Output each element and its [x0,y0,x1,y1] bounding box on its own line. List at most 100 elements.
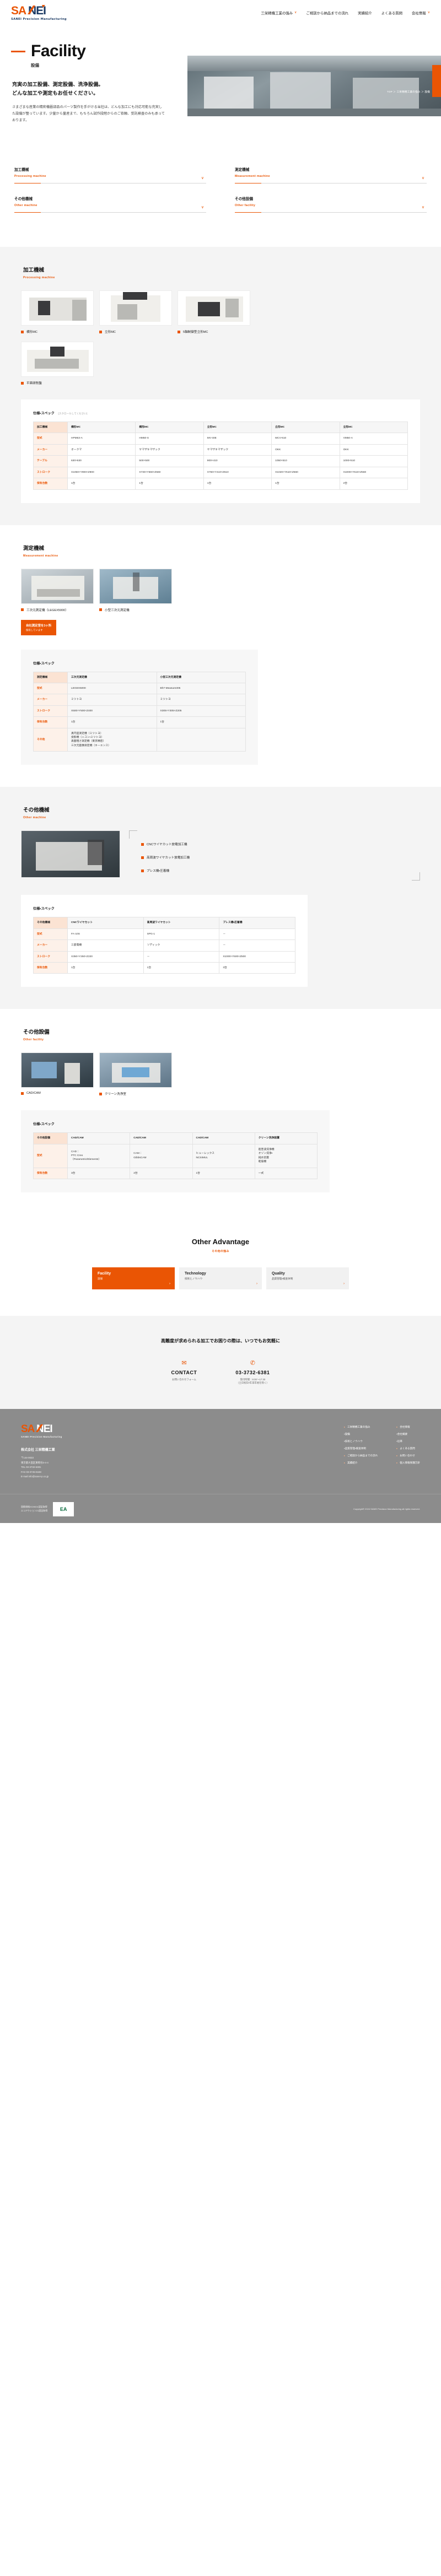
section-title-en: Processing machine [23,276,55,279]
phone-icon: ✆ [250,1359,256,1367]
section-title-ja: その他設備 [23,1029,50,1036]
table-header-cell: 立形MC [203,422,272,434]
facility-page: SA NEI SANEI Precision Manufacturing 三栄精… [0,0,441,1523]
bullet-square-icon [99,608,102,612]
measurement-highlight-badge: 自社測定室を3ヶ所 保有しています [21,619,57,635]
photo-machine-2 [270,72,331,112]
bullet-square-icon [178,330,180,333]
bullet-square-icon [21,608,24,612]
footer-link[interactable]: ▸ お問い合わせ [396,1454,420,1457]
caption-text: 三次元測定機（LEGEX5000） [26,608,68,612]
caption-text: 横形MC [26,331,37,334]
machine-head [50,347,64,357]
photo-card [21,830,120,881]
footer-link[interactable]: ・沿革 [396,1440,420,1443]
table-cell: ヤマザキマザック [135,444,204,456]
table-header-cell: CAD/CAM [67,1132,131,1144]
processing-photo-list: 横形MC 立形MC 5軸制御型立形MC [21,290,420,334]
table-row: ストローク X500×Y500×Z400 X305×Y305×Z205 [33,705,246,717]
row-label: テーブル [33,455,68,467]
item-label: プレス機・圧着機 [147,870,170,873]
spec-table-scroll[interactable]: その他設備 CAD/CAM CAD/CAM CAD/CAM クリーン洗浄装置 型… [33,1132,318,1179]
nav-item-flow[interactable]: ご相談から納品までの流れ [306,10,348,15]
arrow-right-icon: › [256,1282,257,1286]
table-cell: ソディック [143,939,220,952]
photo-ceiling [187,56,441,71]
table-header-cell: 高周波ワイヤカット [143,917,220,929]
certification-block: 国際規格ISO9001認証取得 エコアクション21認証取得 EA [21,1502,74,1516]
copyright-text: Copyright© 2024 SANEI Precision Manufact… [353,1508,420,1511]
footer-link[interactable]: ▸ ご相談から納品までの流れ [344,1454,378,1457]
section-heading: その他機械 Other machine [21,806,420,819]
footer-link[interactable]: ▸ 個人情報保護方針 [396,1461,420,1465]
nav-item-company[interactable]: 会社情報 ∨ [412,10,430,15]
photo-caption: クリーン洗浄室 [99,1092,172,1096]
link-label: 個人情報保護方針 [400,1461,420,1464]
nav-label: 実績紹介 [358,11,372,15]
nav-label: 三栄精機工業の強み [261,11,293,15]
footer-link[interactable]: ▸ 会社情報 [396,1425,420,1429]
chevron-down-icon: ∨ [294,11,297,14]
table-row: メーカー 三菱電機 ソディック － [33,939,295,952]
anchor-processing-machine[interactable]: 加工機械 Processing machine ∨ [14,159,206,188]
list-item: CNCワイヤカット放電加工機 [141,842,410,846]
contact-form-link[interactable]: ✉ CONTACT お問い合わせフォーム [171,1360,197,1381]
wash-tank [122,1067,149,1078]
table-row: その他 真円度測定機（ミツトヨ） 投影機（ニコン・ミツトヨ） 表面粗さ測定機（東… [33,727,246,752]
spec-title: 仕様・スペック [33,1121,318,1126]
table-cell: Bh7-Measure305 [156,682,246,695]
footer-link[interactable]: ・設備 [344,1433,378,1436]
footer-link[interactable]: ▸ よくある質問 [396,1447,420,1450]
table-row: 型式 LEGEX5000 Bh7-Measure305 [33,682,246,695]
anchor-other-facility[interactable]: その他設備 Other facility ∨ [235,188,427,217]
table-header-cell: 横形MC [67,422,136,434]
contact-options: ✉ CONTACT お問い合わせフォーム ✆ 03-3732-6381 受付時間… [0,1360,441,1385]
monitor [31,1062,57,1079]
footer-link[interactable]: ・技術とノウハウ [344,1440,378,1443]
side-accent-tab [432,65,441,97]
table-cell: X500×Y500×Z400 [67,705,157,717]
footer-link[interactable]: ・会社概要 [396,1433,420,1436]
table-cell: HM50-S [135,433,204,445]
photo-card: クリーン洗浄室 [99,1052,172,1096]
bullet-square-icon [141,856,144,859]
envelope-icon: ✉ [181,1359,187,1367]
footer-logo-icon[interactable]: SA NEI [21,1423,186,1434]
spec-table-scroll[interactable]: 測定機械 三次元測定機 小型三次元測定機 型式 LEGEX5000 Bh7-Me… [33,671,246,752]
footer-link[interactable]: ・品質管理・検査体制 [344,1447,378,1450]
nav-item-strengths[interactable]: 三栄精機工業の強み ∨ [261,10,297,15]
anchor-label-en: Other machine [14,204,37,207]
hero-lead-line2: どんな加工や測定もお任せください。 [12,90,99,96]
photo-caption: 三次元測定機（LEGEX5000） [21,608,94,612]
spec-title-text: 仕様・スペック [33,661,55,666]
caption-text: CAD/CAM [26,1092,41,1095]
contact-phone-link[interactable]: ✆ 03-3732-6381 受付時間：9:00〜17:30 （土日祝日・年末年… [235,1360,270,1385]
anchor-other-machine[interactable]: その他機械 Other machine ∨ [14,188,206,217]
table-header-cell: 立形MC [339,422,408,434]
row-label: 保有台数 [33,962,68,974]
advantage-card-facility[interactable]: Facility 設備 › [92,1267,175,1289]
spec-table-scroll[interactable]: 加工機械 横形MC 横形MC 立形MC 立形MC 立形MC 型式 HPM63-A… [33,422,408,490]
site-logo[interactable]: SA NEI SANEI Precision Manufacturing [11,4,67,21]
nav-item-works[interactable]: 実績紹介 [358,10,372,15]
chevron-down-icon: ∨ [427,11,430,14]
table-cell: CAD： PTC Creo （Parametric/Elements） [67,1143,131,1168]
spec-title-text: 仕様・スペック [33,1122,55,1127]
anchor-link-grid: 加工機械 Processing machine ∨ 測定機械 Measureme… [0,136,441,247]
spec-table-scroll[interactable]: その他機械 CNCワイヤカット 高周波ワイヤカット プレス機・圧着機 型式 FA… [33,917,295,974]
nav-item-faq[interactable]: よくある質問 [381,10,402,15]
bullet-icon: ▸ [396,1447,398,1450]
section-title-ja: その他機械 [23,807,50,814]
anchor-measurement-machine[interactable]: 測定機械 Measurement machine ∨ [235,159,427,188]
caption-text: 5軸制御型立形MC [183,331,208,334]
table-header-cell: CAD/CAM [192,1132,255,1144]
footer-link[interactable]: ▸ 三栄精機工業の強み [344,1425,378,1429]
table-cell: X1000×Y510×Z560 [339,466,408,479]
link-label: ・技術とノウハウ [344,1439,363,1443]
advantage-card-technology[interactable]: Technology 技術とノウハウ › [179,1267,262,1289]
footer-link[interactable]: ▸ 実績紹介 [344,1461,378,1465]
table-cell: SPG-1 [143,928,220,941]
link-label: よくある質問 [400,1446,415,1450]
machine-photo-surface-grinder [21,342,94,377]
advantage-card-quality[interactable]: Quality 品質管理・検査体制 › [266,1267,349,1289]
